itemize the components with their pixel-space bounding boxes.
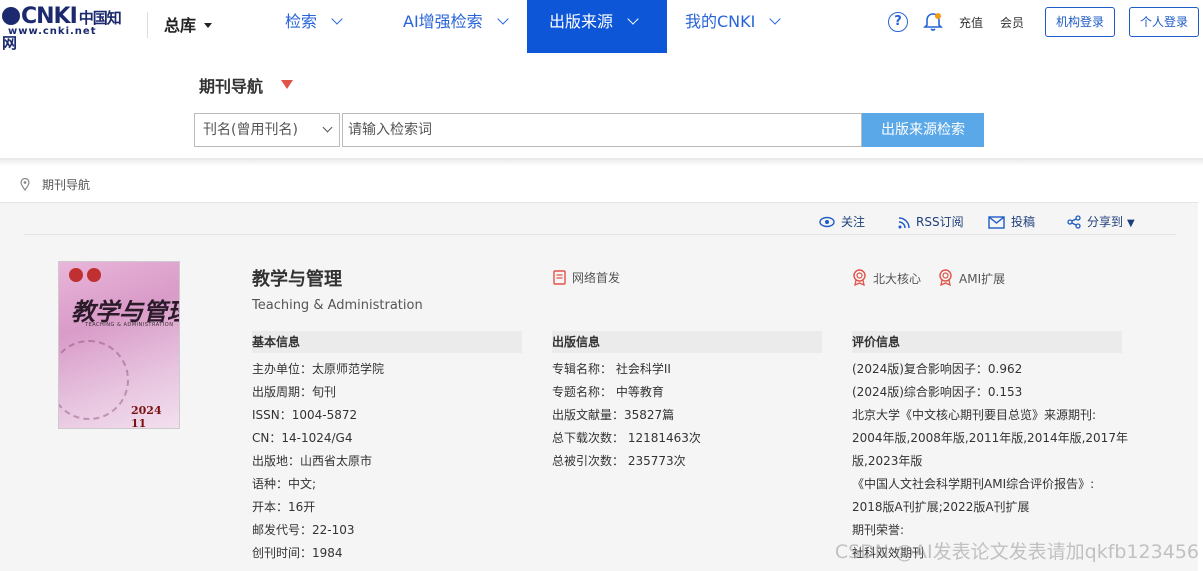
follow-label: 关注: [841, 215, 866, 229]
evaluation-info-row: 版,2023年版: [852, 454, 923, 468]
submit-button[interactable]: 投稿: [988, 211, 1035, 230]
org-login-button[interactable]: 机构登录: [1045, 7, 1115, 37]
cover-subtitle: TEACHING & ADMINISTRATION: [85, 322, 174, 328]
pku-core-tag: 北大核心: [852, 269, 921, 287]
journal-nav-title[interactable]: 期刊导航: [199, 73, 263, 97]
divider-shadow: [0, 158, 1203, 166]
cnki-logo[interactable]: CNKI 中国知网 www.cnki.net: [0, 4, 130, 52]
nav-my-cnki[interactable]: 我的CNKI: [685, 0, 782, 53]
eye-icon: [819, 216, 835, 228]
publish-info-row: 专辑名称： 社会科学II: [552, 362, 671, 376]
share-label: 分享到: [1087, 215, 1124, 229]
triangle-down-icon[interactable]: [281, 80, 293, 89]
globe-icon: [2, 7, 20, 25]
logo-url: www.cnki.net: [8, 26, 97, 37]
ami-label: AMI扩展: [959, 272, 1006, 286]
personal-login-button[interactable]: 个人登录: [1129, 7, 1199, 37]
follow-button[interactable]: 关注: [819, 211, 865, 230]
chevron-down-icon: [769, 13, 782, 25]
nav-search[interactable]: 检索: [285, 0, 343, 53]
nav-pub-label: 出版来源: [549, 12, 614, 31]
network-first-label: 网络首发: [572, 271, 621, 285]
divider: [147, 12, 148, 38]
publish-info-row: 专题名称： 中等教育: [552, 385, 664, 399]
publish-info-heading: 出版信息: [552, 331, 822, 353]
rss-label: RSS订阅: [916, 215, 964, 229]
basic-info-row: CN：14-1024/G4: [252, 431, 353, 445]
journal-detail-panel: 关注 RSS订阅 投稿 分享到 ▼ 教学与管理 TEACHING & ADMINI…: [0, 202, 1198, 571]
evaluation-info-row: 《中国人文社会科学期刊AMI综合评价报告》:: [852, 477, 1095, 491]
cover-logo-icon: [87, 268, 101, 282]
award-icon: [853, 269, 866, 287]
chevron-down-icon: [497, 13, 509, 25]
publish-info-row: 总下载次数： 12181463次: [552, 431, 701, 445]
basic-info-list: 主办单位：太原师范学院 出版周期：旬刊 ISSN：1004-5872 CN：14…: [252, 358, 384, 565]
award-icon: [939, 269, 952, 287]
publish-info-list: 专辑名称： 社会科学II 专题名称： 中等教育 出版文献量：35827篇 总下载…: [552, 358, 701, 473]
journal-title: 教学与管理: [252, 269, 342, 290]
nav-ai-label: AI增强检索: [403, 12, 483, 31]
help-icon[interactable]: ?: [888, 12, 908, 32]
chevron-down-icon: [331, 13, 343, 25]
journal-title-en: Teaching & Administration: [252, 298, 423, 313]
location-pin-icon: [20, 178, 30, 191]
caret-down-icon: [204, 23, 213, 28]
evaluation-info-row: 2018版A刊扩展;2022版A刊扩展: [852, 500, 1030, 514]
chevron-down-icon: [322, 122, 333, 133]
search-button[interactable]: 出版来源检索: [862, 113, 984, 147]
pku-core-label: 北大核心: [873, 272, 922, 286]
cover-decoration: [59, 340, 129, 420]
basic-info-row: 出版周期：旬刊: [252, 385, 337, 399]
library-label: 总库: [164, 16, 197, 35]
basic-info-row: ISSN：1004-5872: [252, 408, 358, 422]
cover-logo-icon: [69, 268, 83, 282]
evaluation-info-row: 北京大学《中文核心期刊要目总览》来源期刊:: [852, 408, 1097, 422]
member-link[interactable]: 会员: [1000, 14, 1024, 31]
basic-info-row: 开本：16开: [252, 500, 316, 514]
rss-button[interactable]: RSS订阅: [898, 211, 964, 230]
evaluation-info-row: (2024版)综合影响因子：0.153: [852, 385, 1023, 399]
basic-info-row: 语种：中文;: [252, 477, 317, 491]
basic-info-row: 主办单位：太原师范学院: [252, 362, 385, 376]
search-area: 期刊导航 刊名(曾用刊名) 请输入检索词 出版来源检索: [0, 53, 1203, 158]
ami-tag: AMI扩展: [938, 269, 1005, 287]
top-navigation-bar: CNKI 中国知网 www.cnki.net 总库 检索 AI增强检索 出版来源 …: [0, 0, 1203, 53]
breadcrumb: 期刊导航: [20, 176, 90, 193]
cover-issue: 2024 11: [131, 404, 162, 429]
library-selector[interactable]: 总库: [164, 12, 213, 36]
nav-publication-source[interactable]: 出版来源: [527, 0, 667, 53]
search-field-value: 刊名(曾用刊名): [203, 122, 298, 138]
publish-info-row: 出版文献量：35827篇: [552, 408, 675, 422]
evaluation-info-row: 2004年版,2008年版,2011年版,2014年版,2017年: [852, 431, 1128, 445]
mail-icon: [988, 216, 1005, 229]
divider: [24, 234, 1176, 235]
basic-info-row: 创刊时间：1984: [252, 546, 343, 560]
caret-down-icon: ▼: [1127, 218, 1135, 229]
nav-my-label: 我的CNKI: [685, 12, 756, 31]
share-button[interactable]: 分享到 ▼: [1067, 211, 1135, 230]
journal-cover-image: 教学与管理 TEACHING & ADMINISTRATION 2024 11: [58, 261, 180, 429]
nav-search-label: 检索: [285, 12, 318, 31]
submit-label: 投稿: [1011, 215, 1036, 229]
evaluation-info-row: (2024版)复合影响因子：0.962: [852, 362, 1023, 376]
evaluation-info-list: (2024版)复合影响因子：0.962 (2024版)综合影响因子：0.153 …: [852, 358, 1128, 565]
network-first-tag: 网络首发: [553, 269, 620, 286]
bell-icon[interactable]: [922, 11, 944, 33]
share-icon: [1067, 215, 1081, 229]
document-icon: [553, 270, 566, 285]
publish-info-row: 总被引次数： 235773次: [552, 454, 686, 468]
basic-info-row: 出版地：山西省太原市: [252, 454, 373, 468]
basic-info-row: 邮发代号：22-103: [252, 523, 355, 537]
search-field-select[interactable]: 刊名(曾用刊名): [194, 113, 340, 147]
nav-ai-search[interactable]: AI增强检索: [403, 0, 509, 53]
basic-info-heading: 基本信息: [252, 331, 522, 353]
watermark: CSDN @AI发表论文发表请加qkfb123456: [834, 541, 1199, 563]
search-input[interactable]: 请输入检索词: [342, 113, 862, 147]
recharge-link[interactable]: 充值: [959, 14, 983, 31]
chevron-down-icon: [627, 13, 639, 25]
rss-icon: [898, 217, 910, 229]
breadcrumb-label[interactable]: 期刊导航: [42, 178, 90, 192]
evaluation-info-heading: 评价信息: [852, 331, 1122, 353]
